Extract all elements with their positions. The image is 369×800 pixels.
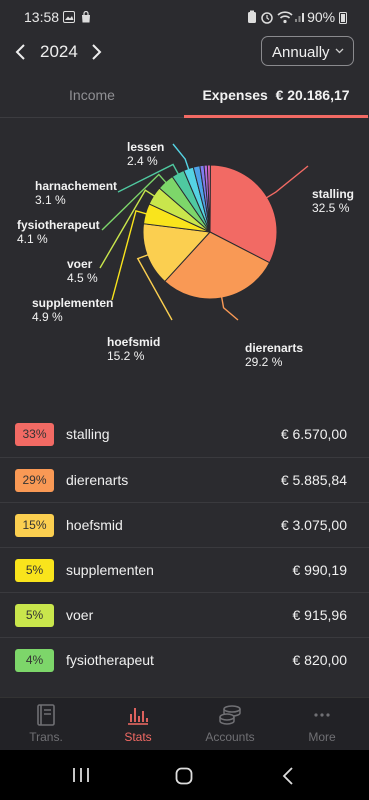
home-icon[interactable]: [175, 767, 193, 785]
list-item[interactable]: 5% voer € 915,96: [0, 592, 369, 637]
percent-badge: 15%: [15, 514, 54, 537]
nav-stats[interactable]: Stats: [92, 698, 184, 751]
year-label: 2024: [40, 42, 78, 61]
battery-level: 90%: [307, 9, 347, 25]
pie-label-supplementen: supplementen: [32, 296, 113, 310]
category-amount: € 3.075,00: [280, 517, 347, 533]
pie-label-dierenarts: dierenarts: [245, 341, 303, 355]
tab-income[interactable]: Income: [0, 78, 184, 118]
alarm-icon: [261, 12, 273, 24]
pie-label-harnachement: harnachement: [35, 179, 117, 193]
nav-accounts[interactable]: Accounts: [184, 698, 276, 751]
pie-value-harnachement: 3.1 %: [35, 193, 66, 207]
tab-expenses-total: € 20.186,17: [275, 87, 350, 103]
status-bar: 13:58 90%: [0, 0, 369, 34]
category-name: fysiotherapeut: [66, 652, 154, 668]
tab-expenses[interactable]: Expenses € 20.186,17: [184, 78, 368, 118]
leader-line-stalling: [265, 165, 309, 199]
percent-badge: 33%: [15, 423, 54, 446]
recent-apps-icon[interactable]: [72, 767, 90, 783]
leader-line-dierenarts: [220, 295, 239, 321]
nav-trans-label: Trans.: [29, 730, 63, 744]
category-amount: € 915,96: [292, 607, 348, 623]
pie-label-fysiotherapeut: fysiotherapeut: [17, 218, 100, 232]
category-name: hoefsmid: [66, 517, 123, 533]
stats-chart-icon: [128, 708, 148, 725]
period-label: Annually: [272, 44, 330, 61]
signal-icon: [295, 13, 304, 22]
wifi-icon: [277, 11, 293, 24]
category-amount: € 5.885,84: [280, 472, 347, 488]
coins-icon: [219, 705, 241, 725]
list-item[interactable]: 15% hoefsmid € 3.075,00: [0, 502, 369, 547]
system-navigation-bar: [0, 750, 369, 800]
nav-accounts-label: Accounts: [205, 730, 255, 744]
nav-trans[interactable]: Trans.: [0, 698, 92, 751]
next-year-chevron-icon[interactable]: [84, 40, 108, 64]
tab-expenses-label: Expenses: [202, 87, 268, 103]
list-item[interactable]: 33% stalling € 6.570,00: [0, 412, 369, 457]
list-item[interactable]: 5% supplementen € 990,19: [0, 547, 369, 592]
list-item[interactable]: 29% dierenarts € 5.885,84: [0, 457, 369, 502]
bottom-navigation: Trans. Stats Accounts More: [0, 697, 369, 750]
category-list: 33% stalling € 6.570,00 29% dierenarts €…: [0, 412, 369, 682]
type-tabs: Income Expenses € 20.186,17: [0, 78, 369, 118]
pie-value-dierenarts: 29.2 %: [245, 355, 283, 369]
back-icon[interactable]: [282, 767, 294, 785]
battery-icon: [339, 12, 347, 24]
leader-line-supplementen: [111, 209, 148, 301]
pie-label-voer: voer: [67, 257, 93, 271]
percent-badge: 29%: [15, 469, 54, 492]
pie-label-stalling: stalling: [312, 187, 354, 201]
category-name: dierenarts: [66, 472, 129, 488]
header: 2024 Annually: [0, 34, 369, 78]
expenses-pie-chart: stalling 32.5 % dierenarts 29.2 % hoefsmid 15…: [0, 120, 369, 405]
pie-label-hoefsmid: hoefsmid: [107, 335, 160, 349]
nav-more-label: More: [308, 730, 336, 744]
pie-value-stalling: 32.5 %: [312, 201, 350, 215]
more-dots-icon: [314, 713, 330, 717]
category-amount: € 990,19: [292, 562, 348, 578]
nav-more[interactable]: More: [276, 698, 368, 751]
gallery-notification-icon: [63, 11, 75, 23]
pie-value-voer: 4.5 %: [67, 271, 98, 285]
pie-value-hoefsmid: 15.2 %: [107, 349, 145, 363]
period-dropdown[interactable]: Annually: [261, 36, 354, 66]
category-name: stalling: [66, 426, 110, 442]
pie-chart-svg: stalling32.5 % dierenarts29.2 % hoefsmid15…: [17, 140, 354, 369]
percent-badge: 5%: [15, 604, 54, 627]
nav-stats-label: Stats: [124, 730, 152, 744]
chevron-down-icon: [335, 48, 344, 54]
category-amount: € 820,00: [292, 652, 348, 668]
status-time: 13:58: [24, 9, 60, 25]
list-item[interactable]: 4% fysiotherapeut € 820,00: [0, 637, 369, 682]
previous-year-chevron-icon[interactable]: [9, 40, 33, 64]
leader-line-lessen: [172, 143, 190, 171]
pie-value-supplementen: 4.9 %: [32, 310, 63, 324]
category-name: voer: [66, 607, 94, 623]
pie-value-fysiotherapeut: 4.1 %: [17, 232, 48, 246]
percent-badge: 5%: [15, 559, 54, 582]
category-amount: € 6.570,00: [280, 426, 347, 442]
category-name: supplementen: [66, 562, 154, 578]
pie-label-lessen: lessen: [127, 140, 164, 154]
battery-saver-icon: [248, 10, 256, 23]
book-icon: [37, 704, 55, 726]
percent-badge: 4%: [15, 649, 54, 672]
pie-value-lessen: 2.4 %: [127, 154, 158, 168]
shopping-bag-icon: [82, 11, 90, 23]
app-screen: 13:58 90% 2024 Annually Income Expenses …: [0, 0, 369, 750]
